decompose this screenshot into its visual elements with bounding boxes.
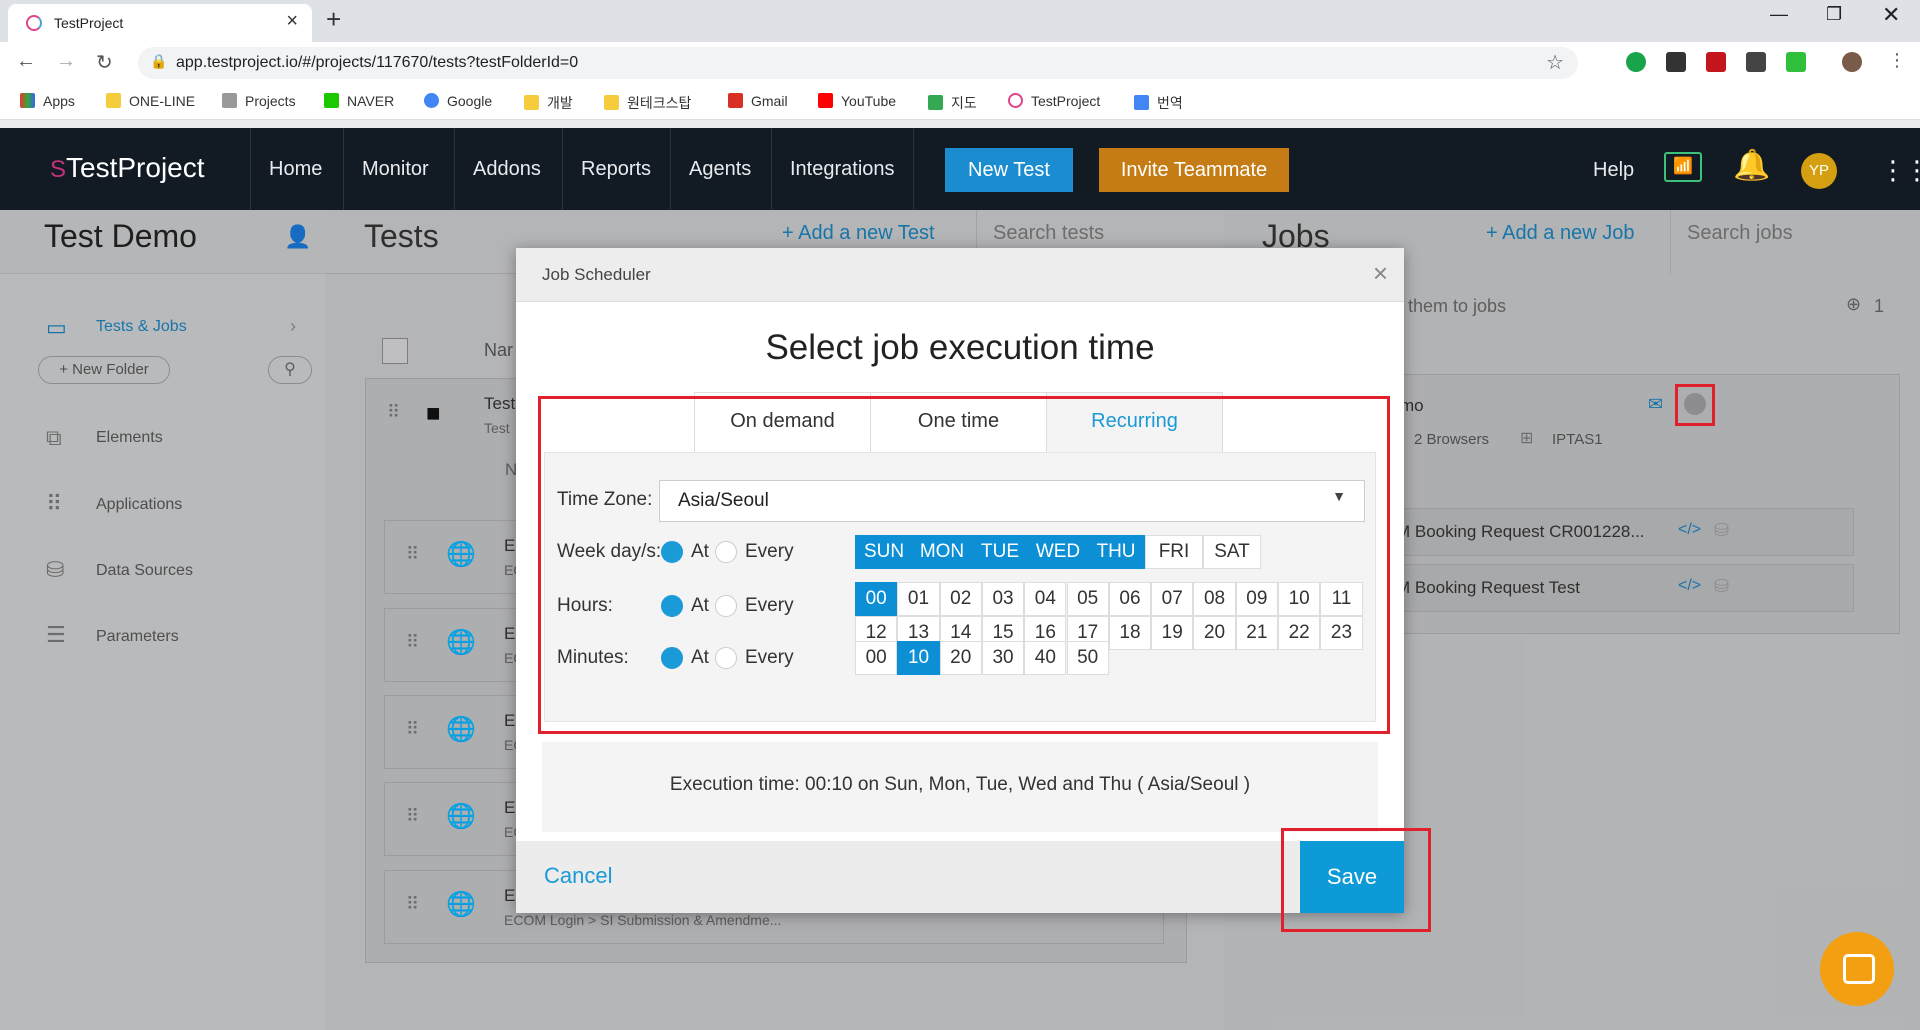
extension-se-icon[interactable] <box>1746 52 1766 72</box>
tab-title: TestProject <box>54 15 124 31</box>
bell-icon[interactable]: 🔔 <box>1733 148 1770 183</box>
apps-grid-icon[interactable]: ⋮⋮⋮ <box>1880 155 1920 186</box>
app-logo[interactable]: STestProject <box>50 152 205 184</box>
new-test-button[interactable]: New Test <box>945 148 1073 192</box>
folder-icon <box>604 95 619 110</box>
bookmark-naver[interactable]: NAVER <box>324 93 394 109</box>
browser-toolbar: ← → ↻ 🔒 app.testproject.io/#/projects/11… <box>0 42 1920 84</box>
bookmark-translate[interactable]: 번역 <box>1134 93 1183 113</box>
back-icon[interactable]: ← <box>16 50 36 73</box>
user-avatar[interactable]: YP <box>1801 153 1837 189</box>
app-header: STestProject Home Monitor Addons Reports… <box>0 128 1920 210</box>
browser-menu-icon[interactable]: ⋮ <box>1888 50 1906 71</box>
dialog-title: Select job execution time <box>765 328 1155 367</box>
dialog-footer: Cancel Save <box>516 841 1404 913</box>
nav-reports[interactable]: Reports <box>562 128 669 210</box>
bookmark-one-line[interactable]: ONE-LINE <box>106 93 195 109</box>
bookmark-testproject[interactable]: TestProject <box>1008 93 1100 109</box>
cancel-button[interactable]: Cancel <box>544 863 612 889</box>
testproject-icon <box>1008 93 1023 108</box>
close-icon[interactable]: × <box>1373 258 1388 289</box>
folder-icon <box>106 93 121 108</box>
translate-icon <box>1134 95 1149 110</box>
bookmark-dev[interactable]: 개발 <box>524 93 573 113</box>
bookmark-apps[interactable]: Apps <box>20 93 75 109</box>
highlight-save-button <box>1281 828 1431 932</box>
testproject-favicon-icon <box>26 15 42 31</box>
profile-avatar-icon[interactable] <box>1842 52 1862 72</box>
gmail-icon <box>728 93 743 108</box>
bookmark-google[interactable]: Google <box>424 93 492 109</box>
logo-mark-icon: S <box>50 156 67 183</box>
dialog-header: Job Scheduler × <box>516 248 1404 302</box>
apps-grid-icon <box>20 93 35 108</box>
naver-icon <box>324 93 339 108</box>
youtube-icon <box>818 93 833 108</box>
chat-launcher-icon[interactable] <box>1820 932 1894 1006</box>
forward-icon[interactable]: → <box>56 50 76 73</box>
bookmark-projects[interactable]: Projects <box>222 93 296 109</box>
nav-agents[interactable]: Agents <box>670 128 769 210</box>
bookmark-youtube[interactable]: YouTube <box>818 93 896 109</box>
extension-a-icon[interactable] <box>1666 52 1686 72</box>
folder-icon <box>524 95 539 110</box>
new-tab-button[interactable]: + <box>326 4 341 35</box>
help-link[interactable]: Help <box>1593 159 1634 182</box>
extension-green-icon[interactable] <box>1626 52 1646 72</box>
browser-tab[interactable]: TestProject × <box>8 4 312 42</box>
execution-time-summary: Execution time: 00:10 on Sun, Mon, Tue, … <box>542 742 1378 832</box>
highlight-schedule-form <box>538 396 1390 734</box>
agent-monitor-icon[interactable]: 📶 <box>1664 152 1702 182</box>
bookmarks-bar: Apps ONE-LINE Projects NAVER Google 개발 원… <box>0 84 1920 120</box>
invite-teammate-button[interactable]: Invite Teammate <box>1099 148 1289 192</box>
maximize-icon[interactable]: ❐ <box>1826 4 1842 25</box>
close-window-icon[interactable]: ✕ <box>1882 2 1900 28</box>
bookmark-onetechstop[interactable]: 원테크스탑 <box>604 93 691 113</box>
bookmark-star-icon[interactable]: ☆ <box>1546 50 1564 75</box>
nav-monitor[interactable]: Monitor <box>343 128 447 210</box>
nav-home[interactable]: Home <box>250 128 340 210</box>
nav-addons[interactable]: Addons <box>454 128 559 210</box>
lock-icon: 🔒 <box>150 53 168 69</box>
map-icon <box>928 95 943 110</box>
projects-icon <box>222 93 237 108</box>
dialog-header-title: Job Scheduler <box>542 265 651 284</box>
reload-icon[interactable]: ↻ <box>96 50 113 75</box>
bookmark-map[interactable]: 지도 <box>928 93 977 113</box>
bookmark-gmail[interactable]: Gmail <box>728 93 788 109</box>
extension-pdf-icon[interactable] <box>1706 52 1726 72</box>
address-bar[interactable]: 🔒 app.testproject.io/#/projects/117670/t… <box>138 47 1578 79</box>
close-tab-icon[interactable]: × <box>286 10 298 33</box>
nav-integrations[interactable]: Integrations <box>771 128 914 210</box>
highlight-clock <box>1675 384 1715 426</box>
url-text: app.testproject.io/#/projects/117670/tes… <box>176 54 579 71</box>
minimize-icon[interactable]: — <box>1770 4 1788 25</box>
google-icon <box>424 93 439 108</box>
extension-code-icon[interactable] <box>1786 52 1806 72</box>
